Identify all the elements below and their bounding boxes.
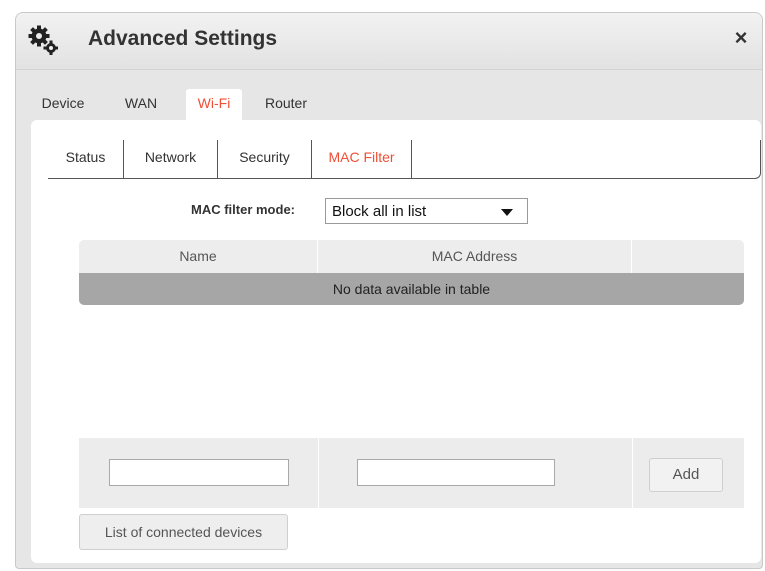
subtab-network[interactable]: Network [124,140,218,178]
column-header-mac-address: MAC Address [318,240,632,273]
add-button[interactable]: Add [649,458,723,492]
add-entry-row: Add [79,438,744,508]
tab-router[interactable]: Router [256,89,316,121]
advanced-settings-dialog: Advanced Settings × Device WAN Wi-Fi Rou… [15,12,763,569]
mac-table-header: Name MAC Address [79,240,744,273]
chevron-down-icon [501,209,513,216]
column-header-name: Name [79,240,318,273]
mac-filter-mode-label: MAC filter mode: [191,202,295,217]
mac-filter-mode-value: Block all in list [332,203,427,220]
mac-address-input[interactable] [357,459,555,486]
cell-divider [632,438,633,508]
table-empty-row: No data available in table [79,273,744,305]
gears-icon [28,25,58,55]
dialog-title: Advanced Settings [88,27,278,50]
sub-tab-bar: Status Network Security MAC Filter [48,140,761,179]
wifi-panel: Status Network Security MAC Filter MAC f… [31,120,761,563]
cell-divider [318,438,319,508]
subtab-mac-filter[interactable]: MAC Filter [312,140,412,178]
tab-wan[interactable]: WAN [120,89,162,121]
column-header-actions [632,240,744,273]
subtab-security[interactable]: Security [218,140,312,178]
tab-device[interactable]: Device [36,89,90,121]
close-button[interactable]: × [730,26,752,50]
name-input[interactable] [109,459,289,486]
connected-devices-button[interactable]: List of connected devices [79,514,288,550]
subtab-status[interactable]: Status [48,140,124,178]
tab-wifi[interactable]: Wi-Fi [186,89,242,121]
mac-filter-mode-select[interactable]: Block all in list [325,198,528,224]
dialog-titlebar: Advanced Settings × [16,13,762,70]
